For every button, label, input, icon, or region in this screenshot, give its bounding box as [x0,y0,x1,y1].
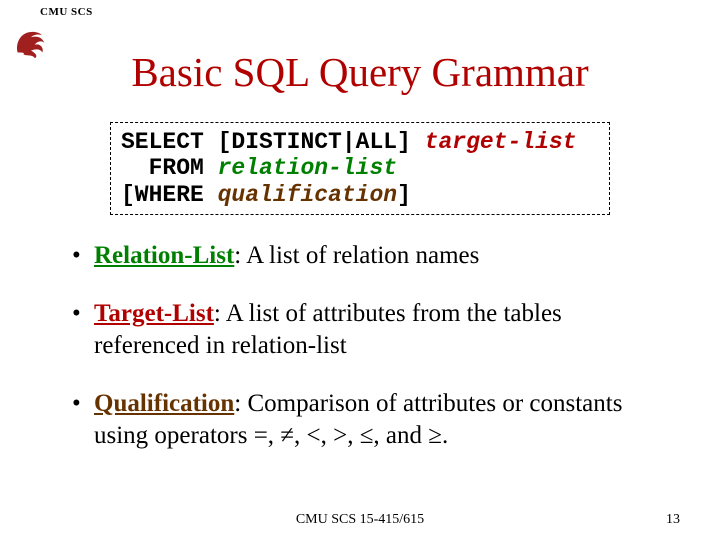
code-from-kw: FROM [121,155,218,181]
code-distinct: [DISTINCT|ALL] [218,129,411,155]
code-select-kw: SELECT [121,129,218,155]
term-qualification: Qualification [94,390,234,417]
bullet-list: Relation-List: A list of relation names … [72,240,672,478]
header: CMU SCS [40,6,93,18]
list-item: Qualification: Comparison of attributes … [72,388,672,452]
code-target-list: target-list [411,129,577,155]
code-where-close: ] [397,182,411,208]
footer-page-number: 13 [666,512,680,528]
footer-course: CMU SCS 15-415/615 [0,512,720,528]
list-item-text: : A list of relation names [234,242,479,269]
code-where-kw: [WHERE [121,182,218,208]
header-label: CMU SCS [40,6,93,18]
term-target-list: Target-List [94,300,214,327]
slide-title: Basic SQL Query Grammar [0,48,720,96]
code-relation-list: relation-list [218,155,397,181]
list-item: Relation-List: A list of relation names [72,240,672,272]
list-item: Target-List: A list of attributes from t… [72,298,672,362]
term-relation-list: Relation-List [94,242,234,269]
sql-grammar-box: SELECT [DISTINCT|ALL] target-list FROM r… [110,122,610,215]
code-qualification: qualification [218,182,397,208]
